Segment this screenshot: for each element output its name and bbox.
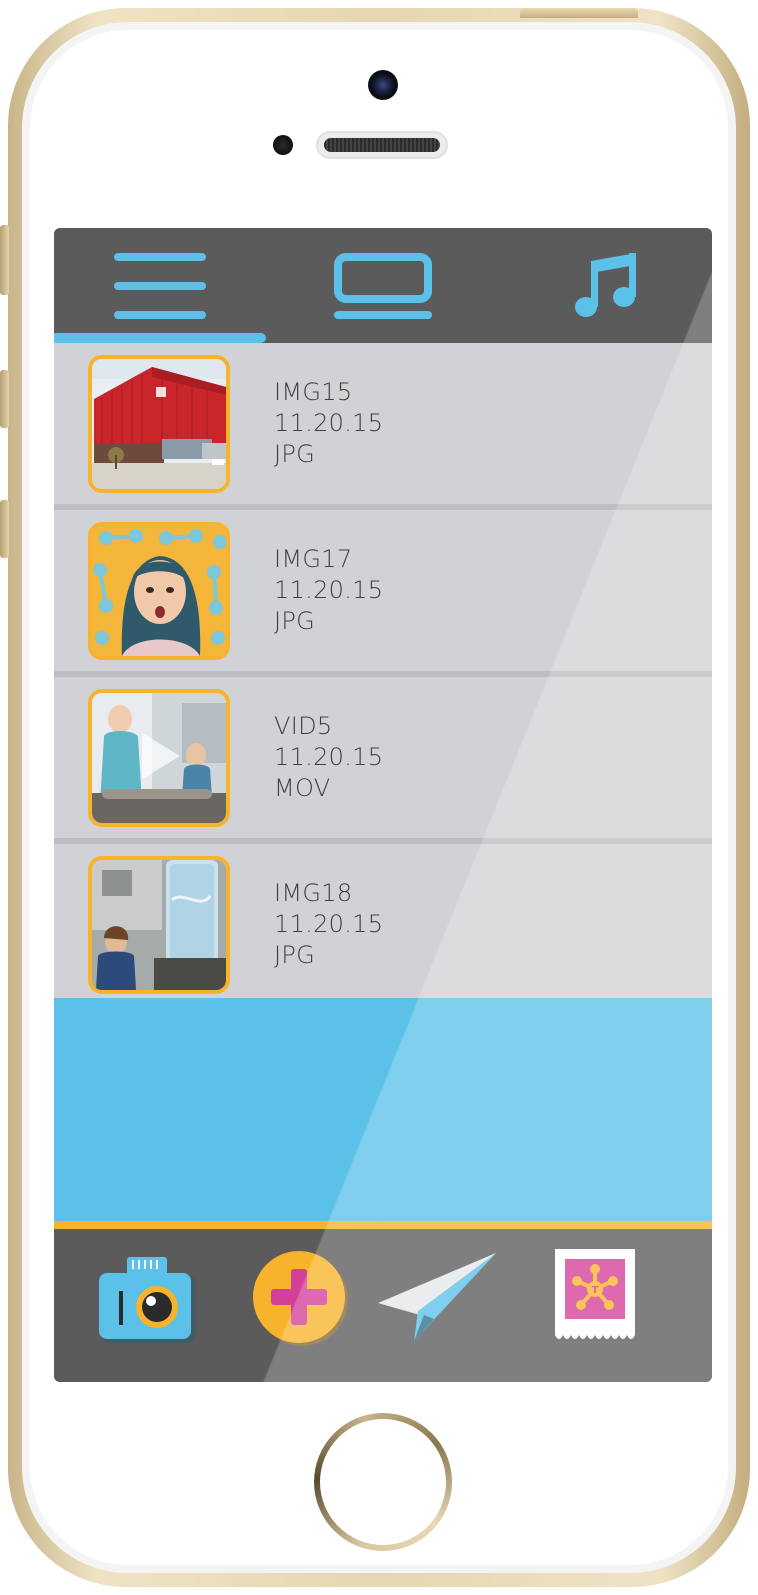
thumbnail-water-tank <box>88 856 230 994</box>
tab-music[interactable] <box>500 228 712 343</box>
camera-button[interactable] <box>99 1257 195 1348</box>
media-list: IMG15 11.20.15 JPG IMG17 11.20.15 JPG VI… <box>54 343 712 1011</box>
thumbnail-girl <box>88 522 230 660</box>
thumbnail-building <box>88 355 230 493</box>
earpiece-speaker <box>316 131 448 159</box>
water-tank-photo <box>92 860 226 990</box>
send-button[interactable] <box>378 1253 502 1346</box>
media-meta: IMG17 11.20.15 JPG <box>274 544 383 637</box>
media-date: 11.20.15 <box>274 576 384 604</box>
media-date: 11.20.15 <box>274 910 384 938</box>
media-name: VID5 <box>274 712 333 740</box>
building-photo <box>92 359 226 489</box>
plus-icon <box>253 1251 348 1346</box>
screen-icon <box>334 252 432 319</box>
media-meta: IMG18 11.20.15 JPG <box>274 878 383 971</box>
menu-icon <box>114 252 206 319</box>
list-item[interactable]: IMG18 11.20.15 JPG <box>54 844 712 1011</box>
bottom-toolbar: T <box>54 1229 712 1382</box>
svg-text:T: T <box>592 1285 599 1296</box>
camera-icon <box>99 1257 195 1343</box>
tab-list[interactable] <box>54 228 266 343</box>
media-type: JPG <box>274 941 316 969</box>
media-name: IMG17 <box>274 545 353 573</box>
media-meta: IMG15 11.20.15 JPG <box>274 377 383 470</box>
tab-screen[interactable] <box>266 228 500 343</box>
thumbnail-video <box>88 689 230 827</box>
mute-switch <box>0 225 9 295</box>
paper-plane-icon <box>378 1253 496 1341</box>
app-screen: IMG15 11.20.15 JPG IMG17 11.20.15 JPG VI… <box>54 228 712 1382</box>
music-note-icon <box>575 252 636 317</box>
volume-up-button <box>0 370 9 428</box>
girl-photo <box>92 526 226 656</box>
media-type: MOV <box>274 774 331 802</box>
home-button[interactable] <box>314 1413 452 1551</box>
volume-down-button <box>0 500 9 558</box>
ticket-button[interactable]: T <box>553 1247 637 1352</box>
media-name: IMG18 <box>274 879 353 907</box>
kids-video <box>92 693 226 823</box>
media-meta: VID5 11.20.15 MOV <box>274 711 383 804</box>
media-type: JPG <box>274 440 316 468</box>
media-date: 11.20.15 <box>274 409 384 437</box>
empty-list-area <box>54 998 712 1221</box>
active-tab-indicator <box>54 333 266 343</box>
power-button <box>520 8 638 18</box>
list-item[interactable]: IMG17 11.20.15 JPG <box>54 510 712 677</box>
media-date: 11.20.15 <box>274 743 384 771</box>
media-name: IMG15 <box>274 378 353 406</box>
top-tab-bar <box>54 228 712 343</box>
add-button[interactable] <box>253 1251 349 1352</box>
proximity-sensor <box>273 135 293 155</box>
ticket-icon: T <box>555 1249 635 1339</box>
media-type: JPG <box>274 607 316 635</box>
toolbar-accent-line <box>54 1221 712 1229</box>
list-item[interactable]: IMG15 11.20.15 JPG <box>54 343 712 510</box>
list-item[interactable]: VID5 11.20.15 MOV <box>54 677 712 844</box>
front-camera <box>368 70 398 100</box>
